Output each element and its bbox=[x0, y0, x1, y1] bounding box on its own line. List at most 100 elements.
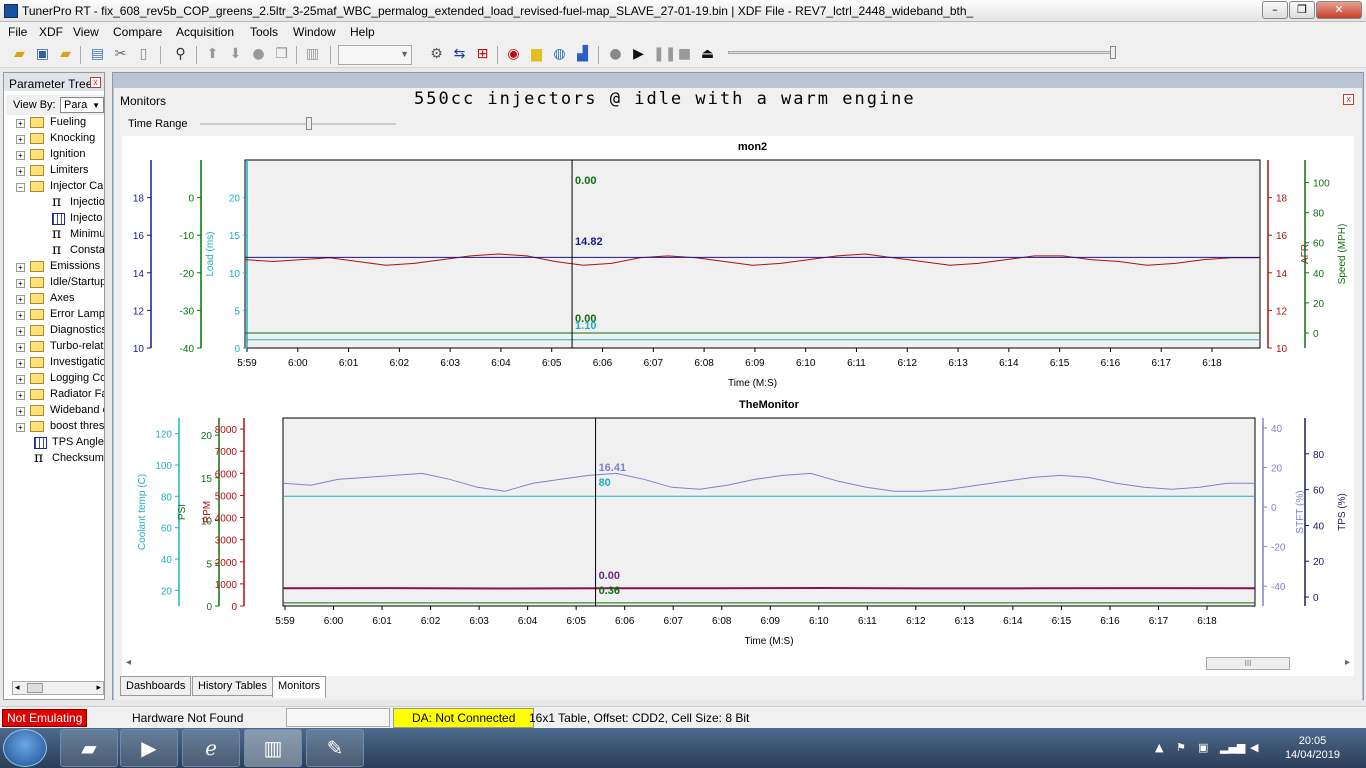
tree-item[interactable]: Injecto bbox=[4, 211, 104, 227]
eject-icon[interactable]: ⏏ bbox=[699, 46, 716, 63]
stop-icon[interactable]: ■ bbox=[676, 46, 693, 63]
expand-icon[interactable]: + bbox=[16, 407, 25, 416]
stop-circle-icon[interactable]: ● bbox=[607, 46, 624, 63]
blue-doc-icon[interactable]: ▤ bbox=[89, 46, 106, 63]
plug-icon[interactable]: ⊞ bbox=[474, 46, 491, 63]
tree-item[interactable]: + Turbo-relat bbox=[4, 339, 104, 355]
close-button[interactable]: ✕ bbox=[1316, 1, 1362, 19]
scroll-right-icon[interactable]: ▸ bbox=[96, 682, 101, 693]
close-icon[interactable]: x bbox=[90, 77, 101, 88]
menu-compare[interactable]: Compare bbox=[113, 25, 162, 39]
up-arrow-icon[interactable]: ⬆ bbox=[204, 46, 221, 63]
wand-icon[interactable]: ⚲ bbox=[172, 46, 189, 63]
monitor-horizontal-scrollbar[interactable]: ◂ III ▸ bbox=[122, 656, 1354, 672]
explorer-icon[interactable]: ▰ bbox=[60, 729, 118, 767]
menu-view[interactable]: View bbox=[73, 25, 99, 39]
save-icon[interactable]: ▣ bbox=[34, 46, 51, 63]
expand-icon[interactable]: + bbox=[16, 391, 25, 400]
tree-item[interactable]: + Knocking bbox=[4, 131, 104, 147]
tray-volume-icon[interactable]: ◀ bbox=[1250, 741, 1258, 754]
minimize-button[interactable]: – bbox=[1262, 1, 1288, 19]
menu-xdf[interactable]: XDF bbox=[39, 25, 63, 39]
menu-file[interactable]: File bbox=[8, 25, 27, 39]
expand-icon[interactable]: + bbox=[16, 375, 25, 384]
clock[interactable]: 20:05 14/04/2019 bbox=[1285, 734, 1340, 762]
tree-item[interactable]: + Emissions bbox=[4, 259, 104, 275]
circle-icon[interactable]: ● bbox=[250, 46, 267, 63]
expand-icon[interactable]: + bbox=[16, 135, 25, 144]
expand-icon[interactable]: + bbox=[16, 279, 25, 288]
gear-cogs-icon[interactable]: ⚙ bbox=[428, 46, 445, 63]
tree-item[interactable]: π Minimur bbox=[4, 227, 104, 243]
tray-device-icon[interactable]: ▣ bbox=[1198, 741, 1208, 754]
menu-window[interactable]: Window bbox=[293, 25, 336, 39]
record-icon[interactable]: ◉ bbox=[505, 46, 522, 63]
tree-item[interactable]: − Injector Ca bbox=[4, 179, 104, 195]
tree-item[interactable]: + Radiator Fa bbox=[4, 387, 104, 403]
chip-app-icon[interactable]: ▥ bbox=[244, 729, 302, 767]
open-folder-icon[interactable]: ▰ bbox=[11, 46, 28, 63]
chip-icon[interactable]: ▥ bbox=[304, 46, 321, 63]
tree-item[interactable]: + Diagnostics bbox=[4, 323, 104, 339]
view-by-select[interactable]: Para ▼ bbox=[60, 97, 104, 113]
scroll-left-icon[interactable]: ◂ bbox=[126, 657, 131, 668]
expand-icon[interactable]: + bbox=[16, 263, 25, 272]
tree-item[interactable]: + Wideband c bbox=[4, 403, 104, 419]
pause-icon[interactable]: ❚❚ bbox=[653, 46, 676, 63]
menu-help[interactable]: Help bbox=[350, 25, 375, 39]
expand-icon[interactable]: + bbox=[16, 119, 25, 128]
maximize-button[interactable]: ❐ bbox=[1289, 1, 1315, 19]
expand-icon[interactable]: + bbox=[16, 311, 25, 320]
tab-monitors[interactable]: Monitors bbox=[272, 676, 327, 698]
tree-item[interactable]: π Checksum F bbox=[4, 451, 104, 467]
tree-item[interactable]: + Error Lamp bbox=[4, 307, 104, 323]
start-button[interactable] bbox=[3, 729, 47, 767]
copy-icon[interactable]: ❐ bbox=[273, 46, 290, 63]
tree-item[interactable]: + Logging Co bbox=[4, 371, 104, 387]
scroll-thumb[interactable]: III bbox=[1206, 657, 1290, 670]
expand-icon[interactable]: + bbox=[16, 151, 25, 160]
paint-icon[interactable]: ✎ bbox=[306, 729, 364, 767]
down-arrow-icon[interactable]: ⬇ bbox=[227, 46, 244, 63]
tree-item[interactable]: + boost thres bbox=[4, 419, 104, 435]
tree-item[interactable]: + Idle/Startup bbox=[4, 275, 104, 291]
tree-item[interactable]: + Investigatio bbox=[4, 355, 104, 371]
play-icon[interactable]: ▶ bbox=[630, 46, 647, 63]
close-icon[interactable]: x bbox=[1343, 94, 1354, 105]
tree-item[interactable]: π Injectio bbox=[4, 195, 104, 211]
scroll-left-icon[interactable]: ◂ bbox=[15, 682, 20, 693]
expand-icon[interactable]: + bbox=[16, 423, 25, 432]
media-player-icon[interactable]: ▶ bbox=[120, 729, 178, 767]
tab-dashboards[interactable]: Dashboards bbox=[120, 676, 192, 696]
menu-tools[interactable]: Tools bbox=[250, 25, 278, 39]
globe-icon[interactable]: ◍ bbox=[551, 46, 568, 63]
expand-icon[interactable]: + bbox=[16, 327, 25, 336]
ie-icon[interactable]: ℯ bbox=[182, 729, 240, 767]
new-doc-icon[interactable]: ▯ bbox=[135, 46, 152, 63]
tree-horizontal-scrollbar[interactable]: ◂ ▸ bbox=[12, 681, 104, 695]
scroll-thumb[interactable] bbox=[27, 683, 43, 693]
scissors-doc-icon[interactable]: ✂ bbox=[112, 46, 129, 63]
toolbar-dropdown[interactable]: ▼ bbox=[338, 45, 412, 65]
bar-chart-icon[interactable]: ▟ bbox=[574, 46, 591, 63]
tab-history-tables[interactable]: History Tables bbox=[192, 676, 273, 696]
menu-acquisition[interactable]: Acquisition bbox=[176, 25, 234, 39]
expand-icon[interactable]: + bbox=[16, 343, 25, 352]
tree-item[interactable]: + Limiters bbox=[4, 163, 104, 179]
playback-slider[interactable] bbox=[728, 46, 1116, 59]
tree-item[interactable]: + Fueling bbox=[4, 115, 104, 131]
tree-item[interactable]: TPS Angle f bbox=[4, 435, 104, 451]
time-range-thumb[interactable] bbox=[306, 117, 312, 130]
tree-item[interactable]: + Ignition bbox=[4, 147, 104, 163]
tray-network-icon[interactable]: ▂▄▆ bbox=[1220, 741, 1245, 754]
expand-icon[interactable]: + bbox=[16, 359, 25, 368]
expand-icon[interactable]: + bbox=[16, 295, 25, 304]
scroll-right-icon[interactable]: ▸ bbox=[1345, 657, 1350, 668]
tray-flag-icon[interactable]: ⚑ bbox=[1176, 741, 1186, 754]
collapse-icon[interactable]: − bbox=[16, 183, 25, 192]
time-range-slider[interactable] bbox=[200, 117, 396, 130]
clipboard-icon[interactable]: ▆ bbox=[528, 46, 545, 63]
tree-item[interactable]: + Axes bbox=[4, 291, 104, 307]
tree-item[interactable]: π Consta bbox=[4, 243, 104, 259]
open-file-icon[interactable]: ▰ bbox=[57, 46, 74, 63]
